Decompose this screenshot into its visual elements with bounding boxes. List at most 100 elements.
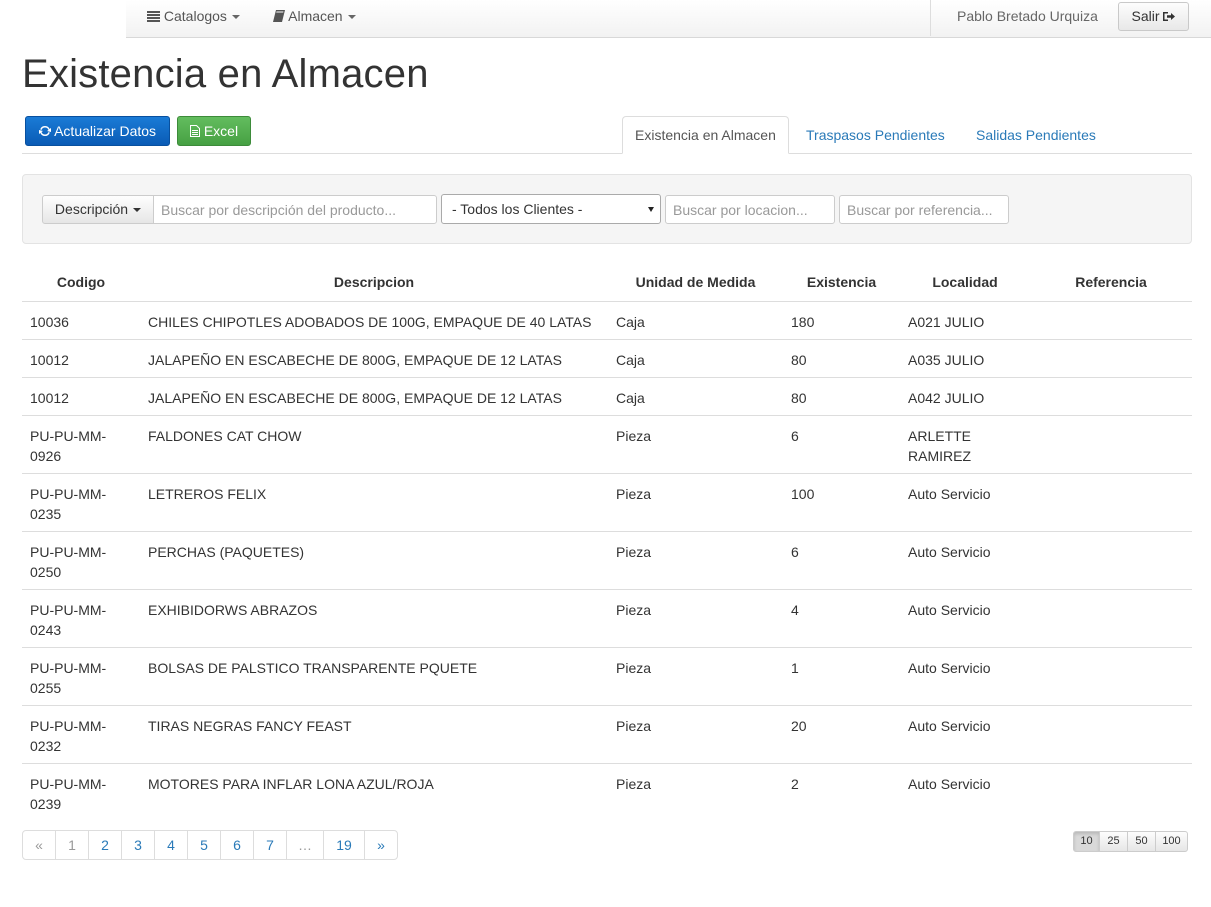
- cell-referencia: [1030, 472, 1192, 531]
- location-search-input[interactable]: [665, 195, 835, 224]
- reference-search-input[interactable]: [839, 195, 1009, 224]
- refresh-icon: [38, 118, 51, 146]
- cell-referencia: [1030, 338, 1192, 377]
- pagination-page-7[interactable]: 7: [253, 830, 287, 860]
- table-row[interactable]: PU-PU-MM-0232 TIRAS NEGRAS FANCY FEAST P…: [22, 704, 1192, 763]
- pagination-page-1[interactable]: 1: [55, 830, 89, 860]
- table-row[interactable]: PU-PU-MM-0250 PERCHAS (PAQUETES) Pieza 6…: [22, 530, 1192, 589]
- tab-salidas-pendientes[interactable]: Salidas Pendientes: [976, 116, 1096, 154]
- cell-descripcion: LETREROS FELIX: [140, 472, 608, 531]
- cell-codigo: PU-PU-MM-0250: [22, 530, 140, 589]
- chevron-down-icon: [648, 207, 654, 212]
- search-field-dropdown[interactable]: Descripción: [42, 195, 154, 224]
- cell-localidad: Auto Servicio: [900, 530, 1030, 589]
- cell-codigo: 10012: [22, 338, 140, 377]
- chevron-down-icon: [347, 15, 356, 20]
- pagination-page-3[interactable]: 3: [121, 830, 155, 860]
- cell-referencia: [1030, 704, 1192, 763]
- column-header-referencia[interactable]: Referencia: [1030, 264, 1192, 302]
- client-select[interactable]: - Todos los Clientes -: [441, 194, 661, 224]
- tab-traspasos-pendientes[interactable]: Traspasos Pendientes: [806, 116, 945, 154]
- cell-unidad: Pieza: [608, 472, 783, 531]
- user-name: Pablo Bretado Urquiza: [957, 8, 1098, 24]
- tab-existencia-almacen[interactable]: Existencia en Almacen: [622, 116, 789, 154]
- page-title: Existencia en Almacen: [22, 52, 429, 96]
- cell-existencia: 1: [783, 646, 900, 705]
- cell-unidad: Pieza: [608, 588, 783, 647]
- cell-existencia: 180: [791, 313, 815, 330]
- pagination-page-5[interactable]: 5: [187, 830, 221, 860]
- chevron-down-icon: [231, 15, 240, 20]
- cell-referencia: [1030, 530, 1192, 589]
- column-header-unidad[interactable]: Unidad de Medida: [608, 264, 783, 302]
- table-row[interactable]: PU-PU-MM-0926 FALDONES CAT CHOW Pieza 6 …: [22, 414, 1192, 473]
- cell-localidad: Auto Servicio: [900, 588, 1030, 647]
- table-row[interactable]: 10036 CHILES CHIPOTLES ADOBADOS DE 100G,…: [22, 301, 1192, 339]
- cell-localidad: A021 JULIO: [908, 313, 985, 330]
- cell-localidad: ARLETTE RAMIREZ: [900, 414, 1030, 473]
- nav-almacen-label: Almacen: [288, 8, 343, 24]
- cell-unidad: Caja: [608, 376, 783, 415]
- cell-descripcion: JALAPEÑO EN ESCABECHE DE 800G, EMPAQUE D…: [140, 376, 608, 415]
- list-icon: [147, 1, 160, 33]
- nav-almacen-dropdown[interactable]: Almacen: [273, 0, 356, 34]
- cell-localidad: Auto Servicio: [900, 762, 1030, 821]
- table-row[interactable]: PU-PU-MM-0243 EXHIBIDORWS ABRAZOS Pieza …: [22, 588, 1192, 647]
- cell-codigo: PU-PU-MM-0243: [22, 588, 140, 647]
- search-field-label: Descripción: [54, 201, 129, 217]
- page-size-25[interactable]: 25: [1099, 831, 1128, 852]
- book-icon: [273, 1, 285, 33]
- table-row[interactable]: PU-PU-MM-0255 BOLSAS DE PALSTICO TRANSPA…: [22, 646, 1192, 705]
- cell-descripcion: CHILES CHIPOTLES ADOBADOS DE 100G, EMPAQ…: [148, 313, 592, 330]
- column-header-descripcion[interactable]: Descripcion: [140, 264, 608, 302]
- nav-catalogos-dropdown[interactable]: Catalogos: [147, 0, 240, 34]
- column-header-existencia[interactable]: Existencia: [783, 264, 900, 302]
- column-header-localidad[interactable]: Localidad: [900, 264, 1030, 302]
- logout-button[interactable]: Salir: [1118, 2, 1189, 31]
- cell-localidad: Auto Servicio: [900, 472, 1030, 531]
- cell-existencia: 80: [783, 376, 900, 415]
- pagination-prev[interactable]: «: [22, 830, 56, 860]
- cell-existencia: 6: [783, 414, 900, 473]
- top-navbar: Catalogos Almacen Pablo Bretado Urquiza …: [0, 0, 1211, 38]
- cell-referencia: [1030, 414, 1192, 473]
- cell-unidad: Pieza: [608, 762, 783, 821]
- cell-referencia: [1030, 762, 1192, 821]
- navbar-brand-area: [0, 0, 126, 38]
- cell-unidad: Caja: [608, 338, 783, 377]
- table-row[interactable]: PU-PU-MM-0239 MOTORES PARA INFLAR LONA A…: [22, 762, 1192, 821]
- refresh-data-button[interactable]: Actualizar Datos: [25, 116, 170, 146]
- page-size-10[interactable]: 10: [1073, 831, 1100, 852]
- pagination-page-4[interactable]: 4: [154, 830, 188, 860]
- cell-descripcion: JALAPEÑO EN ESCABECHE DE 800G, EMPAQUE D…: [140, 338, 608, 377]
- pagination-page-19[interactable]: 19: [323, 830, 365, 860]
- column-header-codigo[interactable]: Codigo: [22, 264, 140, 302]
- cell-existencia: 4: [783, 588, 900, 647]
- pagination-page-6[interactable]: 6: [220, 830, 254, 860]
- table-row[interactable]: PU-PU-MM-0235 LETREROS FELIX Pieza 100 A…: [22, 472, 1192, 531]
- cell-codigo: 10012: [22, 376, 140, 415]
- pagination-page-2[interactable]: 2: [88, 830, 122, 860]
- cell-codigo: PU-PU-MM-0255: [22, 646, 140, 705]
- cell-descripcion: EXHIBIDORWS ABRAZOS: [140, 588, 608, 647]
- logout-label: Salir: [1131, 8, 1160, 24]
- table-row[interactable]: 10012 JALAPEÑO EN ESCABECHE DE 800G, EMP…: [22, 338, 1192, 377]
- chevron-down-icon: [133, 208, 142, 213]
- cell-existencia: 6: [783, 530, 900, 589]
- excel-export-button[interactable]: Excel: [177, 116, 251, 146]
- page-size-100[interactable]: 100: [1155, 831, 1188, 852]
- pagination-next[interactable]: »: [364, 830, 398, 860]
- cell-localidad: Auto Servicio: [900, 704, 1030, 763]
- page-size-50[interactable]: 50: [1127, 831, 1156, 852]
- nav-divider: [930, 0, 931, 36]
- cell-existencia: 100: [783, 472, 900, 531]
- cell-referencia: [1030, 376, 1192, 415]
- tab-label: Salidas Pendientes: [976, 127, 1096, 143]
- table-row[interactable]: 10012 JALAPEÑO EN ESCABECHE DE 800G, EMP…: [22, 376, 1192, 415]
- description-search-input[interactable]: [153, 195, 437, 224]
- tab-label: Existencia en Almacen: [635, 127, 776, 143]
- file-text-icon: [189, 118, 200, 146]
- cell-referencia: [1030, 646, 1192, 705]
- cell-descripcion: PERCHAS (PAQUETES): [140, 530, 608, 589]
- table-header-row: Codigo Descripcion Unidad de Medida Exis…: [22, 264, 1192, 302]
